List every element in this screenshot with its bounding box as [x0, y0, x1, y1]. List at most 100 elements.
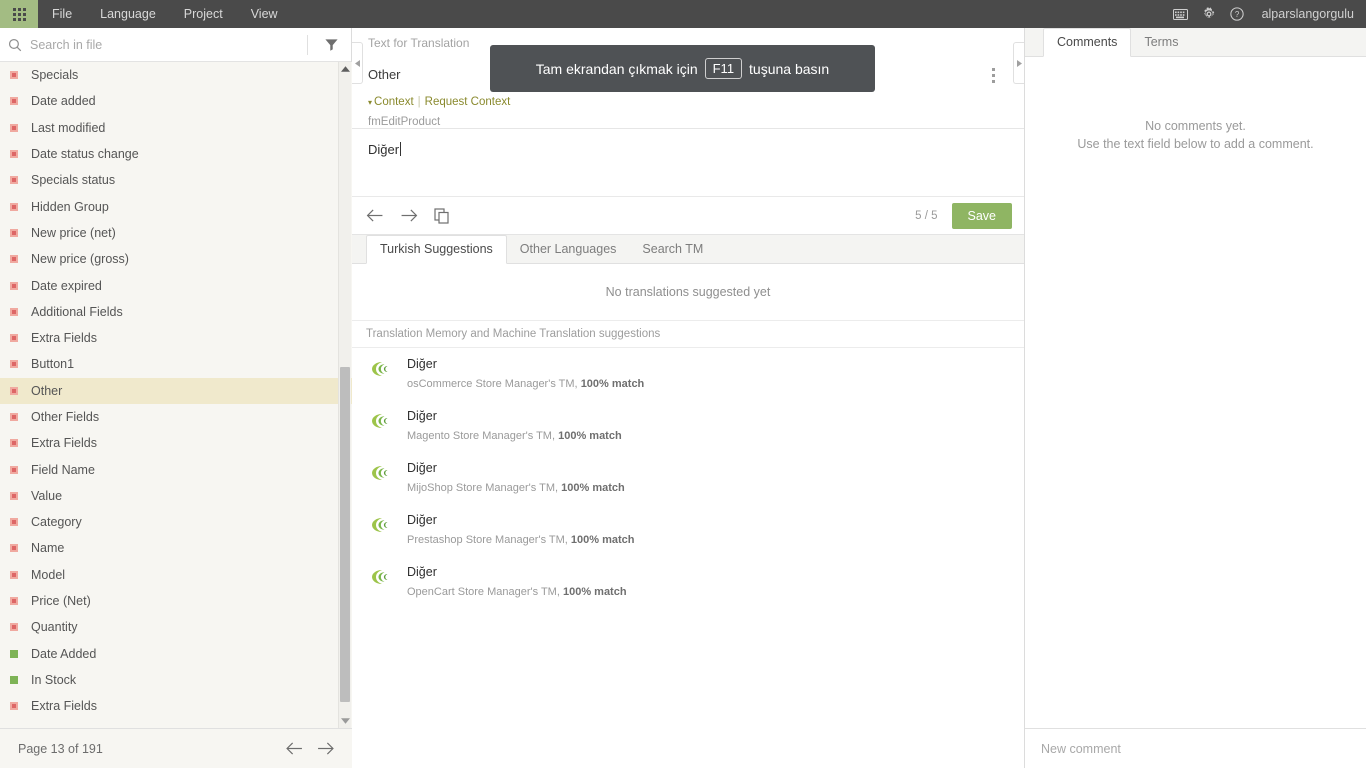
string-list-item[interactable]: Name — [0, 535, 352, 561]
new-comment-input[interactable] — [1041, 742, 1351, 756]
string-list-item[interactable]: Specials status — [0, 167, 352, 193]
string-list-item-label: Date status change — [31, 147, 139, 161]
search-icon — [8, 38, 22, 52]
toast-suffix: tuşuna basın — [749, 61, 829, 77]
grid-glyph — [13, 8, 26, 21]
menu-language[interactable]: Language — [86, 0, 170, 28]
string-list-item[interactable]: Button1 — [0, 351, 352, 377]
target-text-area[interactable]: Diğer — [352, 129, 1024, 197]
chevron-down-icon[interactable]: ▾ — [368, 98, 372, 107]
status-untranslated-icon — [10, 255, 18, 263]
tm-suggestion-source: OpenCart Store Manager's TM, — [407, 586, 560, 598]
tm-suggestion-body: DiğerOpenCart Store Manager's TM, 100% m… — [407, 565, 627, 598]
string-list-item[interactable]: Last modified — [0, 115, 352, 141]
string-list-item[interactable]: New price (gross) — [0, 246, 352, 272]
strings-list[interactable]: SpecialsDate addedLast modified Date stat… — [0, 62, 352, 728]
string-list-item-label: Date expired — [31, 279, 102, 293]
tab-terms[interactable]: Terms — [1131, 29, 1191, 56]
string-list-item[interactable]: Category — [0, 509, 352, 535]
store-manager-icon — [370, 413, 390, 429]
menu-view[interactable]: View — [237, 0, 292, 28]
tm-suggestion-match: 100% match — [581, 378, 645, 390]
string-list-item[interactable]: Extra Fields — [0, 430, 352, 456]
tm-suggestion-row[interactable]: Diğer Magento Store Manager's TM, 100% ma… — [352, 400, 1024, 452]
tm-suggestion-row[interactable]: DiğerOpenCart Store Manager's TM, 100% m… — [352, 556, 1024, 608]
store-manager-icon — [370, 517, 390, 533]
username-label[interactable]: alparslangorgulu — [1262, 7, 1354, 21]
string-list-item[interactable]: Other Fields — [0, 404, 352, 430]
gear-icon[interactable] — [1202, 7, 1216, 21]
string-list-item[interactable]: Date expired — [0, 272, 352, 298]
tab-turkish-suggestions[interactable]: Turkish Suggestions — [366, 235, 507, 264]
more-vertical-icon[interactable] — [984, 64, 1002, 86]
tm-suggestion-row[interactable]: DiğerMijoShop Store Manager's TM, 100% m… — [352, 452, 1024, 504]
strings-scrollbar[interactable] — [338, 62, 351, 728]
string-list-item[interactable]: New price (net) — [0, 220, 352, 246]
string-list-item[interactable]: Model — [0, 562, 352, 588]
scroll-up-button[interactable] — [339, 62, 351, 76]
tm-suggestion-source: osCommerce Store Manager's TM, — [407, 378, 578, 390]
scrollbar-thumb[interactable] — [340, 367, 350, 702]
string-list-item[interactable]: Hidden Group — [0, 193, 352, 219]
toast-prefix: Tam ekrandan çıkmak için — [536, 61, 698, 77]
string-list-item[interactable]: Date added — [0, 88, 352, 114]
tm-suggestion-match: 100% match — [558, 430, 622, 442]
context-link[interactable]: Context — [374, 96, 414, 108]
keyboard-icon[interactable] — [1173, 9, 1188, 20]
collapse-left-icon[interactable] — [352, 42, 363, 84]
apps-grid-icon[interactable] — [0, 0, 38, 28]
store-manager-icon — [370, 569, 390, 585]
filter-icon[interactable] — [318, 37, 345, 52]
status-untranslated-icon — [10, 360, 18, 368]
prev-segment-button[interactable] — [366, 209, 384, 222]
tm-suggestion-row[interactable]: DiğerosCommerce Store Manager's TM, 100%… — [352, 348, 1024, 400]
string-list-item[interactable]: Price (Net) — [0, 588, 352, 614]
page-indicator: Page 13 of 191 — [18, 742, 103, 756]
string-list-item-label: Value — [31, 489, 62, 503]
menu-project[interactable]: Project — [170, 0, 237, 28]
page-nav — [286, 742, 334, 755]
string-list-item[interactable]: Value — [0, 483, 352, 509]
string-list-item[interactable]: In Stock — [0, 667, 352, 693]
status-untranslated-icon — [10, 150, 18, 158]
next-page-button[interactable] — [317, 742, 334, 755]
request-context-link[interactable]: Request Context — [425, 96, 511, 108]
string-list-item[interactable]: Quantity — [0, 614, 352, 640]
text-caret — [400, 142, 401, 156]
tm-suggestion-meta: Magento Store Manager's TM, 100% match — [407, 430, 622, 442]
string-list-item[interactable]: Other — [0, 378, 352, 404]
string-list-item[interactable]: Extra Fields — [0, 325, 352, 351]
tab-search-tm[interactable]: Search TM — [629, 236, 716, 263]
string-list-item[interactable]: Specials — [0, 62, 352, 88]
string-list-item-label: Model — [31, 568, 65, 582]
next-segment-button[interactable] — [400, 209, 418, 222]
tm-suggestion-meta: Prestashop Store Manager's TM, 100% matc… — [407, 534, 635, 546]
string-list-item[interactable]: Date Added — [0, 641, 352, 667]
search-input[interactable] — [22, 38, 303, 52]
tm-suggestion-translation: Diğer — [407, 409, 622, 423]
fullscreen-toast: Tam ekrandan çıkmak için F11 tuşuna bası… — [490, 45, 875, 92]
tab-other-languages[interactable]: Other Languages — [507, 236, 630, 263]
string-list-item[interactable]: Field Name — [0, 456, 352, 482]
menu-file[interactable]: File — [38, 0, 86, 28]
help-icon[interactable]: ? — [1230, 7, 1244, 21]
status-untranslated-icon — [10, 597, 18, 605]
tm-suggestion-match: 100% match — [571, 534, 635, 546]
string-list-item[interactable]: Additional Fields — [0, 299, 352, 325]
string-list-item[interactable]: Date status change — [0, 141, 352, 167]
collapse-right-icon[interactable] — [1013, 42, 1024, 84]
tm-suggestion-row[interactable]: DiğerPrestashop Store Manager's TM, 100%… — [352, 504, 1024, 556]
copy-source-icon[interactable] — [434, 208, 450, 224]
tab-comments[interactable]: Comments — [1043, 28, 1131, 57]
tm-suggestion-source: Magento Store Manager's TM, — [407, 430, 555, 442]
tm-suggestion-match: 100% match — [561, 482, 625, 494]
save-button[interactable]: Save — [952, 203, 1013, 229]
target-text[interactable]: Diğer — [368, 142, 399, 157]
string-list-item[interactable]: Extra Fields — [0, 693, 352, 719]
translation-editor: Text for Translation Other ▾Context|Requ… — [352, 28, 1024, 768]
status-translated-icon — [10, 676, 18, 684]
appbar-right-group: ? alparslangorgulu — [1173, 0, 1366, 28]
prev-page-button[interactable] — [286, 742, 303, 755]
scroll-down-button[interactable] — [339, 714, 351, 728]
string-list-item-label: Specials status — [31, 173, 115, 187]
